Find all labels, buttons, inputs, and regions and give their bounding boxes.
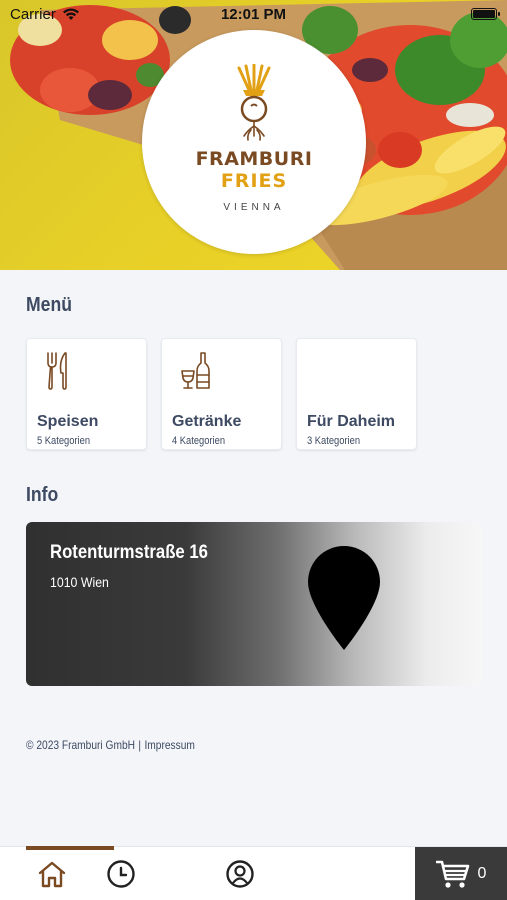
cart-count-badge: 0 [477,865,487,882]
status-bar: Carrier 12:01 PM [0,0,507,28]
wifi-icon [62,8,79,20]
footer-separator: | [138,738,142,752]
footer: © 2023 Framburi GmbH | Impressum [26,738,195,752]
menu-category-list: Speisen 5 Kategorien Getränke 4 Kategori… [26,338,417,450]
imprint-link[interactable]: Impressum [144,738,194,752]
map-pin-icon [308,546,380,650]
battery-level-fill [473,10,495,18]
menu-section-title: Menü [26,294,72,316]
category-count: 3 Kategorien [307,435,361,447]
brand-subname: FRIES [220,170,288,192]
battery-icon [471,8,500,20]
category-card-fuer-daheim[interactable]: Für Daheim 3 Kategorien [296,338,417,450]
cart-icon [435,860,469,888]
address-city: 1010 Wien [50,574,109,590]
category-count: 4 Kategorien [172,435,226,447]
cutlery-icon [47,352,67,390]
hero-banner: Carrier 12:01 PM FRAMBURI FRIES VIENNA [0,0,507,270]
tab-home[interactable] [0,846,114,900]
home-icon [38,861,66,888]
copyright-text: © 2023 Framburi GmbH [26,738,135,752]
brand-logo: FRAMBURI FRIES VIENNA [142,30,366,254]
cart-button[interactable]: 0 [415,847,507,900]
category-count: 5 Kategorien [37,435,91,447]
brand-city: VIENNA [223,202,285,213]
category-label: Getränke [172,413,242,430]
category-label: Speisen [37,413,99,430]
location-card[interactable]: Rotenturmstraße 16 1010 Wien [26,522,482,686]
drinks-icon [181,352,210,389]
user-icon [226,860,254,888]
category-card-getraenke[interactable]: Getränke 4 Kategorien [161,338,282,450]
fries-logo-icon [237,64,271,141]
carrier-label: Carrier [10,5,56,23]
address-street: Rotenturmstraße 16 [50,542,208,563]
category-label: Für Daheim [307,413,396,430]
bottom-tab-bar: 0 [0,846,507,900]
info-section-title: Info [26,484,59,506]
tab-account[interactable] [208,847,312,900]
brand-name: FRAMBURI [195,148,313,170]
category-card-speisen[interactable]: Speisen 5 Kategorien [26,338,147,450]
tab-history[interactable] [104,847,208,900]
clock-icon [107,860,135,888]
